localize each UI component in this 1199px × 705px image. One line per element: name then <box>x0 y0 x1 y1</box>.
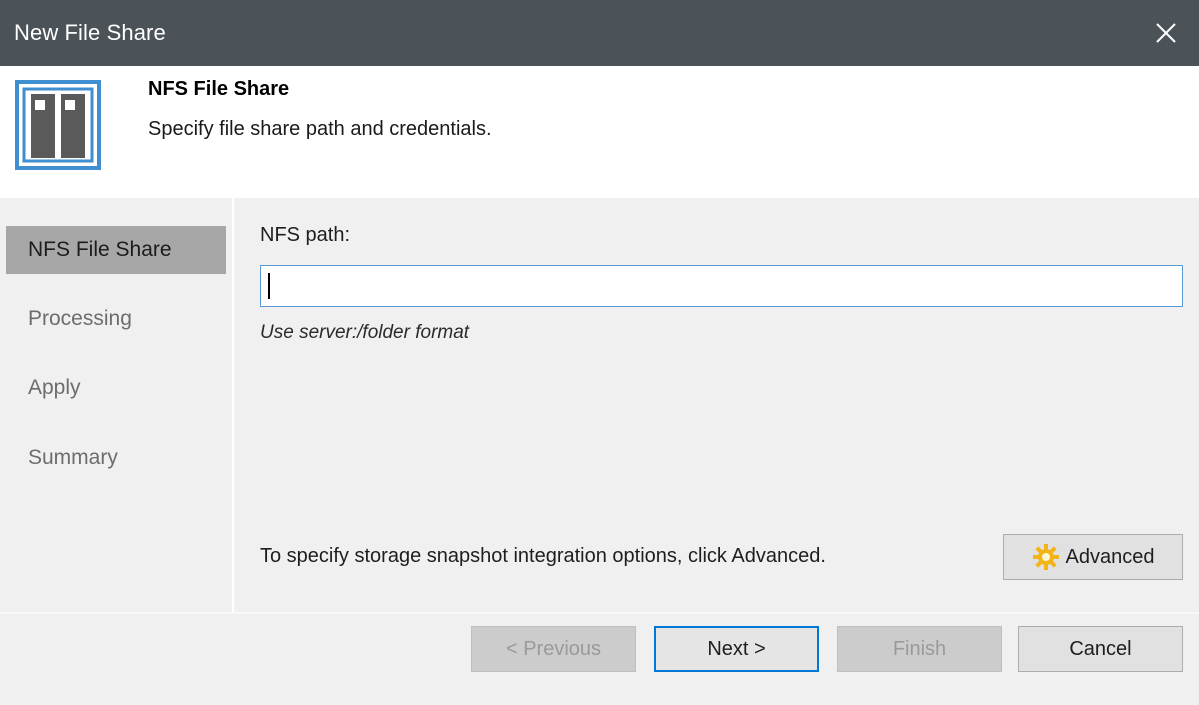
title-bar: New File Share <box>0 0 1199 66</box>
step-processing[interactable]: Processing <box>6 295 226 343</box>
nfs-path-label: NFS path: <box>260 224 351 246</box>
advanced-button-label: Advanced <box>1065 545 1155 568</box>
file-share-icon <box>15 80 101 170</box>
close-icon <box>1156 23 1176 43</box>
wizard-steps: NFS File Share Processing Apply Summary <box>0 198 232 612</box>
step-apply[interactable]: Apply <box>6 364 226 412</box>
previous-button[interactable]: < Previous <box>471 626 636 672</box>
nfs-path-hint: Use server:/folder format <box>260 322 470 343</box>
window-title: New File Share <box>14 20 166 45</box>
nfs-path-field[interactable] <box>260 265 1183 307</box>
advanced-description: To specify storage snapshot integration … <box>260 545 826 567</box>
cancel-button[interactable]: Cancel <box>1018 626 1183 672</box>
wizard-footer: < Previous Next > Finish Cancel <box>0 614 1199 705</box>
step-summary[interactable]: Summary <box>6 434 226 482</box>
gear-icon <box>1032 543 1060 571</box>
advanced-button[interactable]: Advanced <box>1003 534 1183 580</box>
nfs-path-input[interactable] <box>261 266 1182 306</box>
page-subtitle: Specify file share path and credentials. <box>148 118 492 140</box>
page-title: NFS File Share <box>148 78 290 100</box>
close-button[interactable] <box>1133 0 1199 66</box>
next-button[interactable]: Next > <box>654 626 819 672</box>
wizard-header: NFS File Share Specify file share path a… <box>0 66 1199 198</box>
finish-button[interactable]: Finish <box>837 626 1002 672</box>
text-caret <box>268 273 270 299</box>
wizard-content: NFS path: Use server:/folder format To s… <box>234 198 1199 612</box>
step-nfs-file-share[interactable]: NFS File Share <box>6 226 226 274</box>
